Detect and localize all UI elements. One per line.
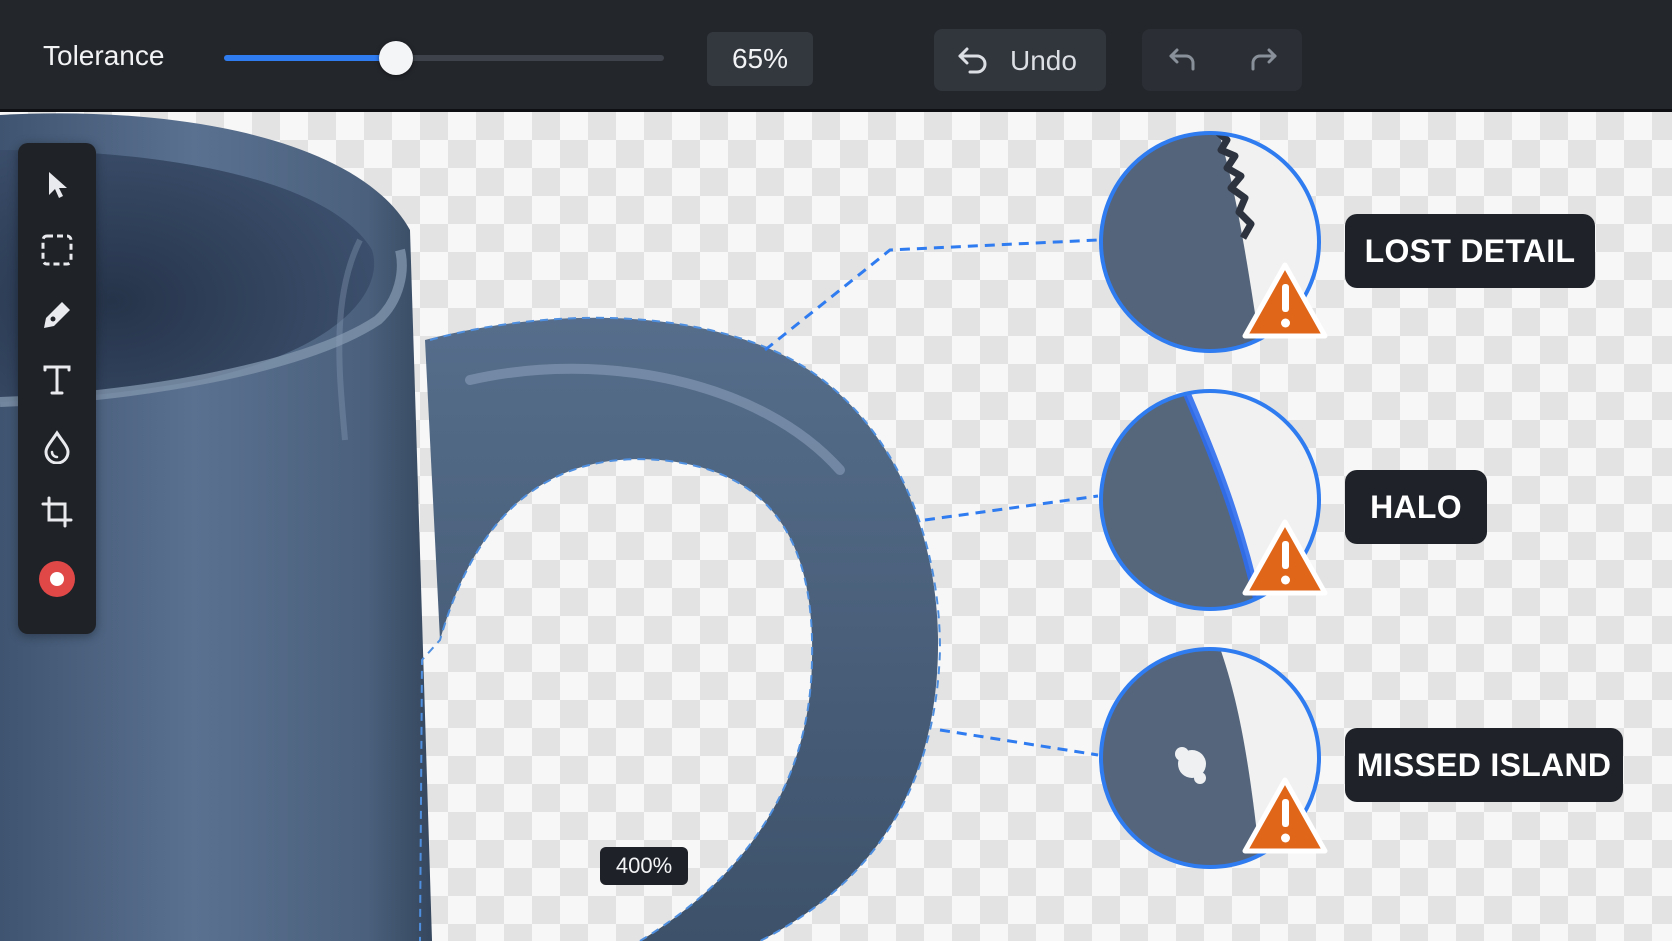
zoom-level-badge: 400% xyxy=(600,847,688,885)
history-undo-button[interactable] xyxy=(1142,29,1222,91)
select-tool[interactable] xyxy=(35,163,79,207)
slider-fill xyxy=(224,55,396,61)
text-t-icon xyxy=(43,365,71,395)
pen-tool[interactable] xyxy=(35,293,79,337)
dashed-rectangle-icon xyxy=(41,234,73,266)
leader-line-lost-detail xyxy=(764,238,1099,352)
undo-icon xyxy=(1169,48,1195,71)
undo-arrow-icon xyxy=(958,47,987,74)
tolerance-slider[interactable] xyxy=(224,41,664,75)
undo-button[interactable]: Undo xyxy=(934,29,1106,91)
crop-icon xyxy=(41,496,73,528)
pointer-arrow-icon xyxy=(49,172,67,198)
callout-missed-island: MISSED ISLAND xyxy=(1345,728,1623,802)
fill-tool[interactable] xyxy=(35,425,79,469)
marquee-tool[interactable] xyxy=(35,228,79,272)
tool-palette xyxy=(18,143,96,634)
history-controls xyxy=(1142,29,1302,91)
record-tool[interactable] xyxy=(35,557,79,601)
callout-lost-detail: LOST DETAIL xyxy=(1345,214,1595,288)
text-tool[interactable] xyxy=(35,358,79,402)
history-redo-button[interactable] xyxy=(1222,29,1302,91)
crop-tool[interactable] xyxy=(35,490,79,534)
leader-line-missed-island xyxy=(939,728,1099,757)
record-icon xyxy=(39,561,75,597)
tolerance-label: Tolerance xyxy=(43,40,165,71)
tolerance-value-field[interactable]: 65% xyxy=(707,32,813,86)
pen-nib-icon xyxy=(44,302,70,328)
redo-icon xyxy=(1251,48,1277,71)
callout-halo: HALO xyxy=(1345,470,1487,544)
undo-label: Undo xyxy=(1010,45,1077,76)
slider-thumb[interactable] xyxy=(378,41,413,75)
top-toolbar: Tolerance 65% Undo xyxy=(0,0,1672,112)
paint-drop-icon xyxy=(44,430,70,464)
leader-line-halo xyxy=(924,494,1099,522)
